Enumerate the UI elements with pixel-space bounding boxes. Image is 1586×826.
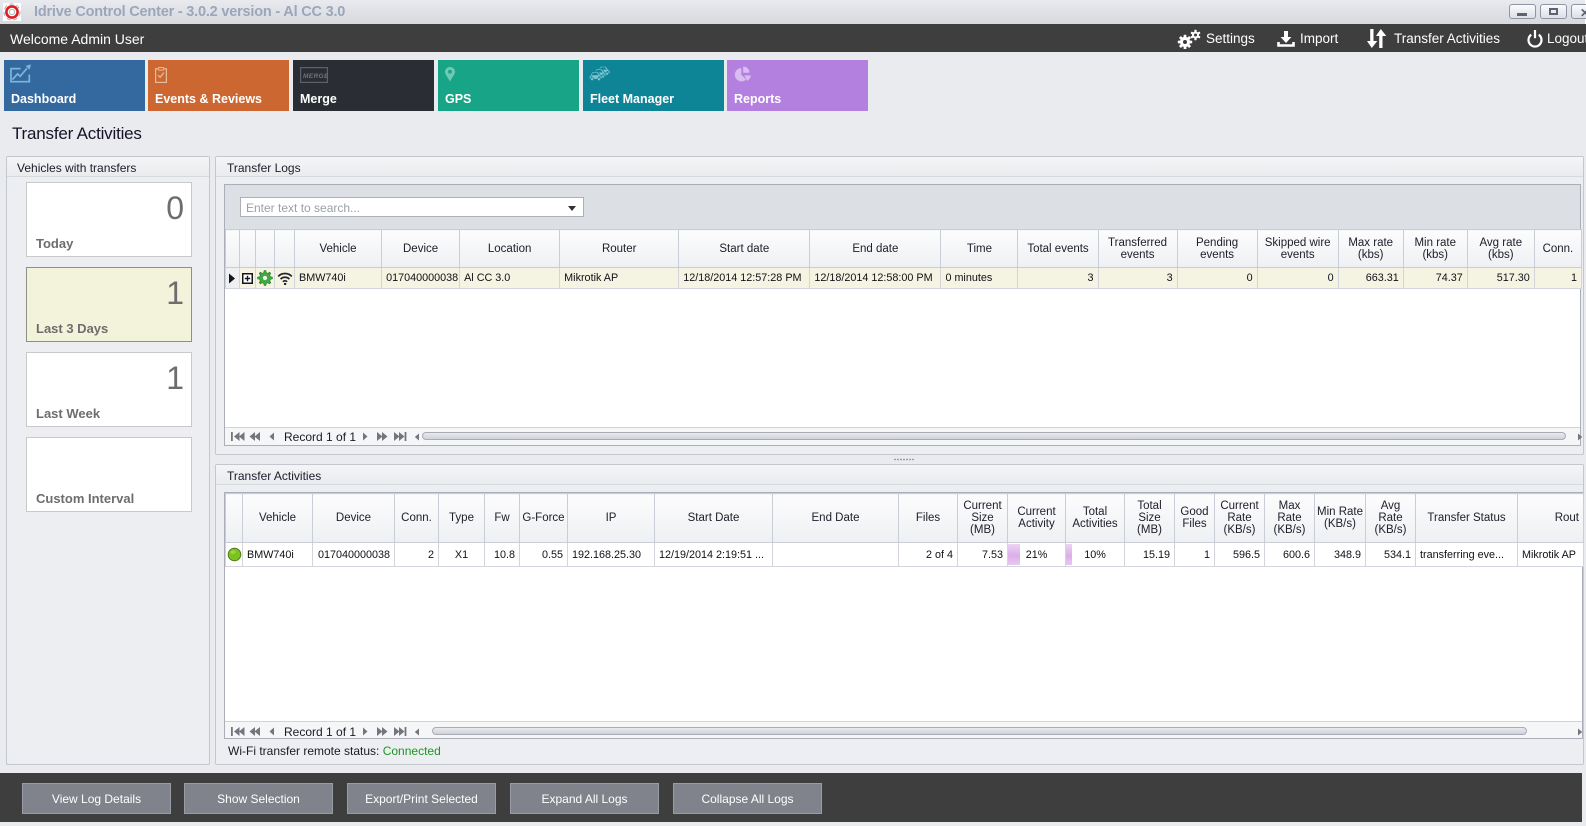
svg-text:MERGE: MERGE [303,73,328,80]
